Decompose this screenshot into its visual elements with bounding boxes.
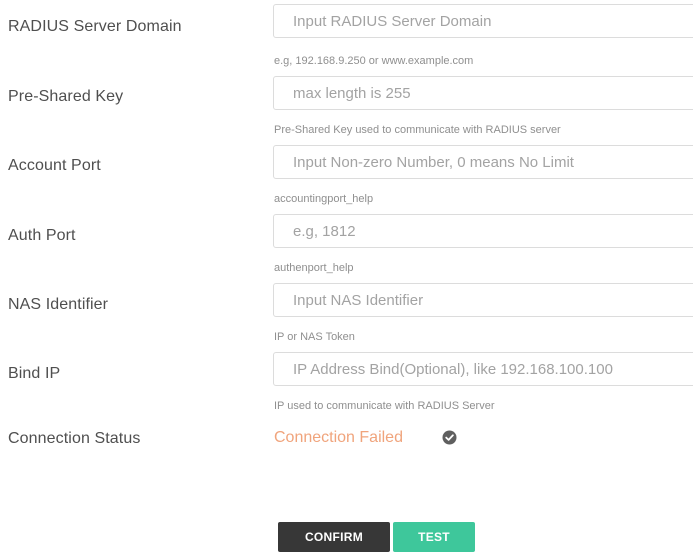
check-circle-icon-graphic	[442, 430, 457, 445]
auth-port-help: authenport_help	[274, 262, 354, 274]
pre-shared-key-input[interactable]	[273, 76, 693, 110]
pre-shared-key-help: Pre-Shared Key used to communicate with …	[274, 124, 561, 136]
auth-port-input[interactable]	[273, 214, 693, 248]
bind-ip-help: IP used to communicate with RADIUS Serve…	[274, 400, 495, 412]
connection-status-value: Connection Failed	[274, 429, 403, 446]
radius-server-domain-input[interactable]	[273, 4, 693, 38]
radius-server-domain-help: e.g, 192.168.9.250 or www.example.com	[274, 55, 474, 67]
check-circle-icon[interactable]	[442, 430, 457, 445]
account-port-label: Account Port	[8, 157, 101, 174]
nas-identifier-label: NAS Identifier	[8, 296, 109, 313]
bind-ip-label: Bind IP	[8, 365, 61, 382]
pre-shared-key-label: Pre-Shared Key	[8, 88, 124, 105]
test-button[interactable]: TEST	[393, 522, 475, 552]
nas-identifier-input[interactable]	[273, 283, 693, 317]
nas-identifier-help: IP or NAS Token	[274, 331, 355, 343]
connection-status-label: Connection Status	[8, 430, 141, 447]
bind-ip-input[interactable]	[273, 352, 693, 386]
account-port-help: accountingport_help	[274, 193, 374, 205]
auth-port-label: Auth Port	[8, 227, 76, 244]
radius-server-domain-label: RADIUS Server Domain	[8, 18, 182, 35]
confirm-button[interactable]: CONFIRM	[278, 522, 390, 552]
account-port-input[interactable]	[273, 145, 693, 179]
